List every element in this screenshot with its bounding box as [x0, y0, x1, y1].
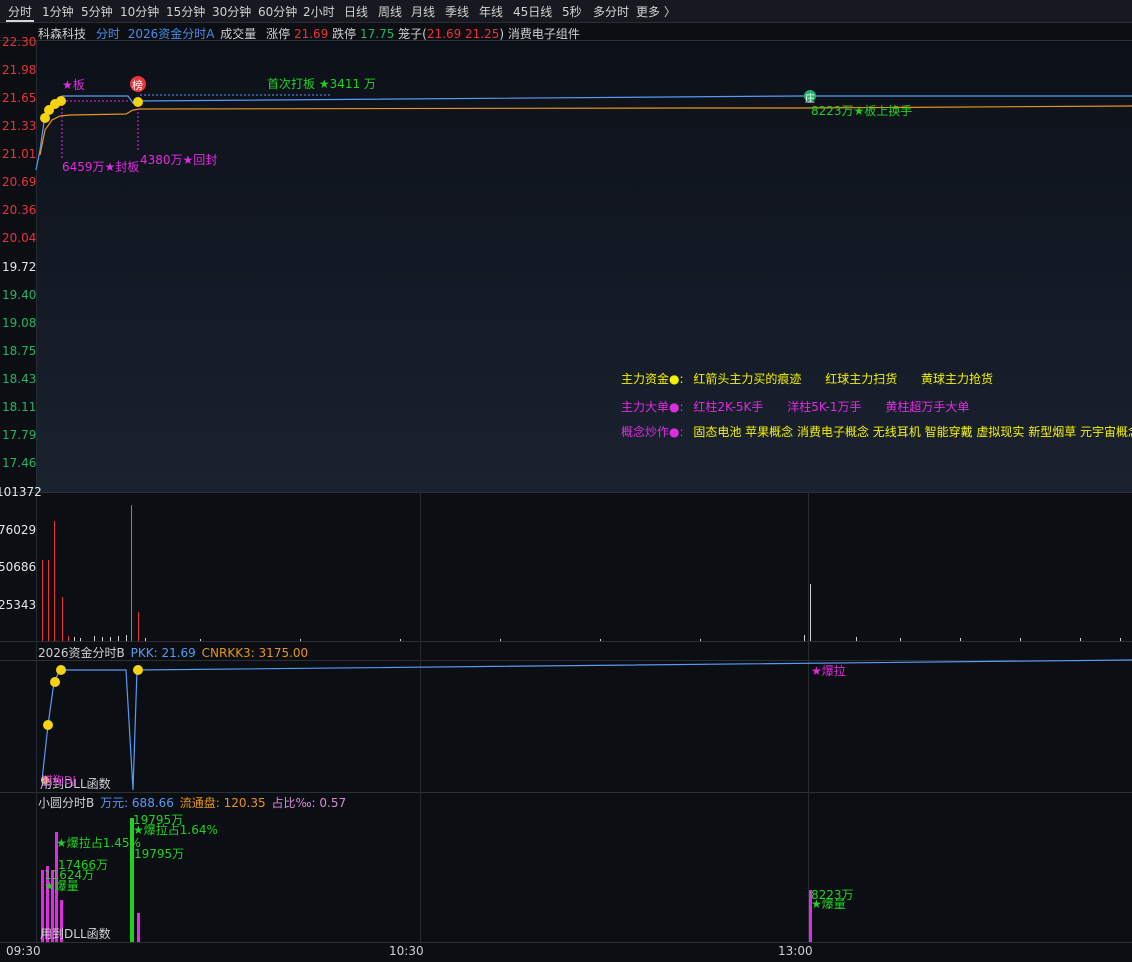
- volume-bar: [810, 584, 811, 641]
- volume-bar: [42, 560, 43, 641]
- concept-list: 固态电池 苹果概念 消费电子概念 无线耳机 智能穿戴 虚拟现实 新型烟草 元宇宙…: [693, 425, 1132, 439]
- legend-title: 主力资金●:: [621, 372, 684, 386]
- volume-bar: [500, 639, 501, 641]
- panel-b-title[interactable]: 2026资金分时B: [38, 646, 125, 660]
- volume-bars: [42, 505, 1121, 641]
- time-tick: 09:30: [6, 944, 41, 958]
- volume-bar: [600, 639, 601, 641]
- legend-main-capital: 主力资金●: 红箭头主力买的痕迹 红球主力扫货 黄球主力抢货: [621, 370, 993, 387]
- yellow-ball-marker: [56, 665, 66, 675]
- legend-concepts: 概念炒作●: 固态电池 苹果概念 消费电子概念 无线耳机 智能穿戴 虚拟现实 新…: [621, 423, 1132, 440]
- volume-bar: [126, 635, 127, 641]
- volume-bar: [145, 638, 146, 641]
- volume-bar: [700, 639, 701, 641]
- volume-bar: [74, 637, 75, 641]
- volume-bar: [960, 638, 961, 641]
- volume-bar: [200, 639, 201, 641]
- volume-bar: [131, 505, 132, 641]
- volume-bar: [856, 637, 857, 641]
- explode-label: ★爆拉: [811, 664, 846, 678]
- panel-c-header: 小圆分时B 万元: 688.66 流通盘: 120.35 占比‰: 0.57: [38, 794, 346, 811]
- seal-board-label: 6459万★封板: [62, 160, 140, 174]
- yellow-ball-marker: [43, 720, 53, 730]
- yellow-ball-marker: [133, 665, 143, 675]
- legend-main-orders: 主力大单●: 红柱2K-5K手 洋柱5K-1万手 黄柱超万手大单: [621, 398, 969, 415]
- legend-item: 红柱2K-5K手: [693, 400, 764, 414]
- legend-item: 黄柱超万手大单: [885, 400, 970, 414]
- float-value: 流通盘: 120.35: [179, 796, 266, 810]
- panel-b-header: 2026资金分时B PKK: 21.69 CNRKK3: 3175.00: [38, 644, 308, 661]
- time-tick: 10:30: [389, 944, 424, 958]
- yellow-ball-marker: [50, 677, 60, 687]
- volume-bar: [804, 635, 805, 641]
- volume-bar: [118, 636, 119, 641]
- volume-bar: [48, 560, 49, 641]
- volume-bar: [1120, 638, 1121, 641]
- capital-annotation: ★爆拉占1.45%: [56, 836, 141, 850]
- ratio-value: 占比‰: 0.57: [271, 796, 347, 810]
- volume-bar: [1020, 638, 1021, 641]
- cnrkk-value: CNRKK3: 3175.00: [201, 646, 309, 660]
- volume-bar: [300, 639, 301, 641]
- legend-title: 主力大单●:: [621, 400, 684, 414]
- volume-bar: [110, 637, 111, 641]
- dog-marker-label: 猎狗DJ: [42, 774, 76, 787]
- wanyuan-value: 万元: 688.66: [100, 796, 174, 810]
- capital-annotation: ★爆量: [811, 897, 846, 911]
- reseal-label: 4380万★回封: [140, 153, 218, 167]
- legend-title: 概念炒作●:: [621, 425, 684, 439]
- volume-bar: [80, 638, 81, 641]
- legend-item: 洋柱5K-1万手: [787, 400, 862, 414]
- capital-annotation: ★爆量: [44, 879, 79, 893]
- legend-item: 红球主力扫货: [825, 372, 898, 386]
- turnover-label: 8223万★板上换手: [811, 104, 913, 118]
- pkk-value: PKK: 21.69: [130, 646, 196, 660]
- volume-bar: [102, 637, 103, 641]
- volume-bar: [138, 612, 139, 641]
- pkk-line: [41, 659, 1132, 791]
- volume-bar: [400, 639, 401, 641]
- legend-item: 黄球主力抢货: [921, 372, 994, 386]
- volume-bar: [54, 521, 55, 641]
- bang-badge-text: 榜: [132, 79, 143, 92]
- dll-note: DLL函数: [64, 927, 111, 941]
- first-board-label: 首次打板 ★3411 万: [267, 77, 376, 91]
- yellow-ball-marker: [133, 97, 143, 107]
- volume-bar: [900, 638, 901, 641]
- volume-bar: [1080, 638, 1081, 641]
- volume-bar: [62, 597, 63, 641]
- dll-prefix: 用到: [40, 927, 65, 941]
- capital-bar: [137, 913, 140, 942]
- panel-c-title[interactable]: 小圆分时B: [38, 796, 94, 810]
- legend-item: 红箭头主力买的痕迹: [693, 372, 802, 386]
- time-tick: 13:00: [778, 944, 813, 958]
- capital-annotation: ★爆拉占1.64%: [133, 823, 218, 837]
- yellow-ball-marker: [56, 96, 66, 106]
- capital-annotation: 19795万: [134, 847, 185, 861]
- average-price-line: [39, 105, 1132, 156]
- volume-bar: [94, 636, 95, 641]
- board-star-label: ★板: [62, 78, 85, 92]
- volume-bar: [68, 636, 69, 641]
- panel-c-footer: 用到DLL函数: [40, 925, 111, 942]
